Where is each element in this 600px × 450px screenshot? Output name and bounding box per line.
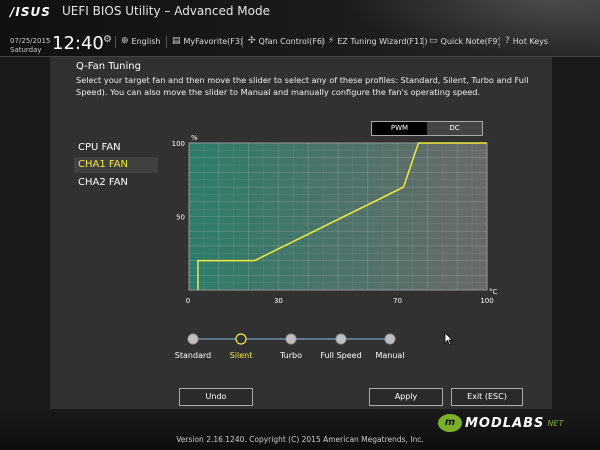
watermark-logo: m	[438, 414, 462, 432]
undo-button[interactable]: Undo	[179, 388, 253, 406]
fan-curve-chart[interactable]: 0 30 70 100 50 100% °C	[0, 0, 600, 450]
watermark-text: MODLABS	[465, 415, 545, 431]
slider-stop-full-speed[interactable]	[335, 333, 347, 345]
mouse-pointer-icon	[444, 332, 454, 346]
x-tick-label: 0	[186, 297, 190, 305]
x-tick-label: 100	[480, 297, 493, 305]
y-tick-label: 50	[176, 214, 185, 222]
profile-label-silent[interactable]: Silent	[230, 351, 253, 360]
x-unit-label: °C	[489, 288, 498, 296]
grid-lines	[188, 142, 488, 291]
watermark-sub: NET	[547, 418, 564, 428]
exit-button[interactable]: Exit (ESC)	[451, 388, 523, 406]
profile-label-turbo[interactable]: Turbo	[280, 351, 302, 360]
slider-stop-turbo[interactable]	[285, 333, 297, 345]
profile-label-manual[interactable]: Manual	[375, 351, 404, 360]
x-tick-label: 30	[274, 297, 283, 305]
slider-stop-standard[interactable]	[187, 333, 199, 345]
profile-label-full-speed[interactable]: Full Speed	[320, 351, 361, 360]
slider-stop-silent[interactable]	[235, 333, 247, 345]
profile-label-standard[interactable]: Standard	[175, 351, 211, 360]
y-unit-label: %	[191, 134, 198, 142]
slider-stop-manual[interactable]	[384, 333, 396, 345]
watermark: m MODLABS NET	[438, 414, 563, 432]
profile-slider[interactable]	[187, 333, 396, 345]
apply-button[interactable]: Apply	[369, 388, 443, 406]
version-text: Version 2.16.1240. Copyright (C) 2015 Am…	[176, 435, 424, 444]
x-tick-label: 70	[393, 297, 402, 305]
y-tick-label: 100	[172, 140, 185, 148]
